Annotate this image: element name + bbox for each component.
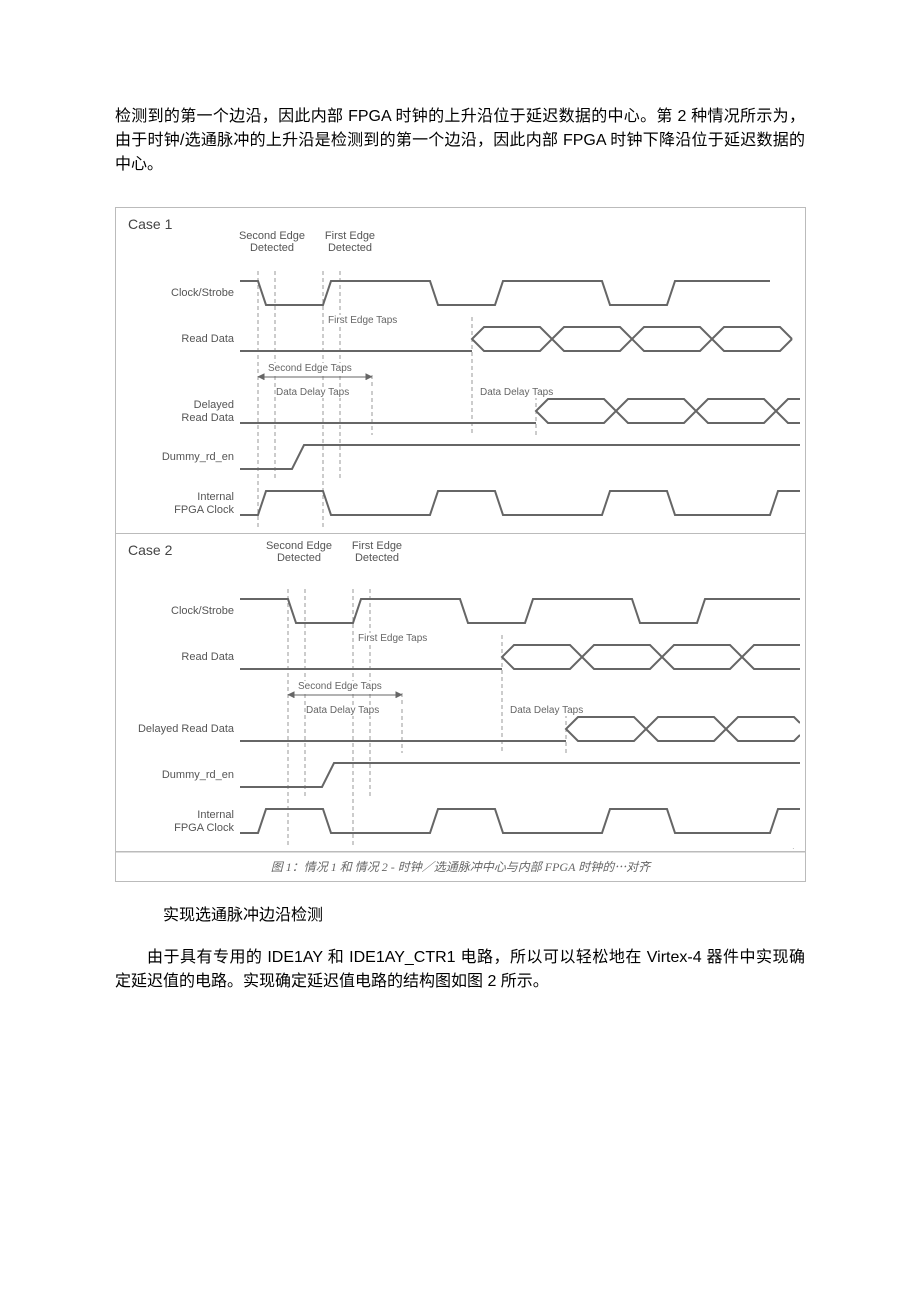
paragraph-top: 检测到的第一个边沿，因此内部 FPGA 时钟的上升沿位于延迟数据的中心。第 2 … <box>115 105 805 177</box>
row-taps-indicator: Second Edge Taps <box>128 681 805 707</box>
row-clock-strobe: Clock/Strobe <box>128 589 805 635</box>
wave-internal-fpga-clock <box>240 799 805 845</box>
case1-panel: Case 1 Second Edge Detected First Edge D… <box>116 208 805 534</box>
watermark: . <box>792 840 795 854</box>
data-delay-taps-label: Data Delay Taps <box>306 705 379 716</box>
figure-caption: 图 1：情况 1 和 情况 2 - 时钟／选通脉冲中心与内部 FPGA 时钟的⋯… <box>116 852 805 881</box>
second-edge-taps-label: Second Edge Taps <box>268 363 352 374</box>
data-delay-taps2-label: Data Delay Taps <box>480 387 553 398</box>
wave-clock-strobe <box>240 271 805 317</box>
wave-read-data: First Edge Taps <box>240 317 805 363</box>
second-edge-label: Second Edge Detected <box>264 540 334 564</box>
label-clock-strobe: Clock/Strobe <box>128 287 240 300</box>
label-internal-fpga-clock: Internal FPGA Clock <box>128 809 240 835</box>
wave-read-data: First Edge Taps <box>240 635 805 681</box>
row-internal-fpga-clock: Internal FPGA Clock <box>128 799 805 845</box>
row-dummy-rd-en: Dummy_rd_en <box>128 753 805 799</box>
wave-clock-strobe <box>240 589 805 635</box>
row-internal-fpga-clock: Internal FPGA Clock <box>128 481 805 527</box>
first-edge-label: First Edge Detected <box>315 230 385 254</box>
case1-title: Case 1 <box>128 214 805 235</box>
second-edge-taps-label: Second Edge Taps <box>298 681 382 692</box>
row-taps-indicator: Second Edge Taps <box>128 363 805 389</box>
data-delay-taps2-label: Data Delay Taps <box>510 705 583 716</box>
wave-internal-fpga-clock <box>240 481 805 527</box>
label-internal-fpga-clock: Internal FPGA Clock <box>128 491 240 517</box>
row-delayed-read-data: Delayed Read Data <box>128 707 805 753</box>
label-dummy-rd-en: Dummy_rd_en <box>128 769 240 782</box>
case2-panel: Case 2 Second Edge Detected First Edge D… <box>116 534 805 852</box>
label-clock-strobe: Clock/Strobe <box>128 605 240 618</box>
paragraph-bottom: 由于具有专用的 IDE1AY 和 IDE1AY_CTR1 电路，所以可以轻松地在… <box>115 946 805 994</box>
figure-timing-diagram: Case 1 Second Edge Detected First Edge D… <box>115 207 806 882</box>
label-read-data: Read Data <box>128 333 240 346</box>
row-clock-strobe: Clock/Strobe <box>128 271 805 317</box>
wave-delayed-read-data: Data Delay Taps Data Delay Taps <box>240 389 805 435</box>
label-delayed-read-data: Delayed Read Data <box>128 399 240 425</box>
row-read-data: Read Data <box>128 317 805 363</box>
data-delay-taps-label: Data Delay Taps <box>276 387 349 398</box>
wave-dummy-rd-en <box>240 435 805 481</box>
case1-edge-labels: Second Edge Detected First Edge Detected <box>237 230 385 254</box>
case2-edge-labels: Second Edge Detected First Edge Detected <box>264 540 412 564</box>
case2-title: Case 2 <box>128 540 805 561</box>
second-edge-label: Second Edge Detected <box>237 230 307 254</box>
first-edge-taps-label: First Edge Taps <box>328 315 397 326</box>
label-delayed-read-data: Delayed Read Data <box>128 723 240 736</box>
first-edge-taps-label: First Edge Taps <box>358 633 427 644</box>
row-delayed-read-data: Delayed Read Data <box>128 389 805 435</box>
label-dummy-rd-en: Dummy_rd_en <box>128 451 240 464</box>
wave-dummy-rd-en <box>240 753 805 799</box>
first-edge-label: First Edge Detected <box>342 540 412 564</box>
wave-delayed-read-data: Data Delay Taps Data Delay Taps <box>240 707 805 753</box>
row-dummy-rd-en: Dummy_rd_en <box>128 435 805 481</box>
row-read-data: Read Data <box>128 635 805 681</box>
label-read-data: Read Data <box>128 651 240 664</box>
section-subtitle: 实现选通脉冲边沿检测 <box>163 904 805 928</box>
